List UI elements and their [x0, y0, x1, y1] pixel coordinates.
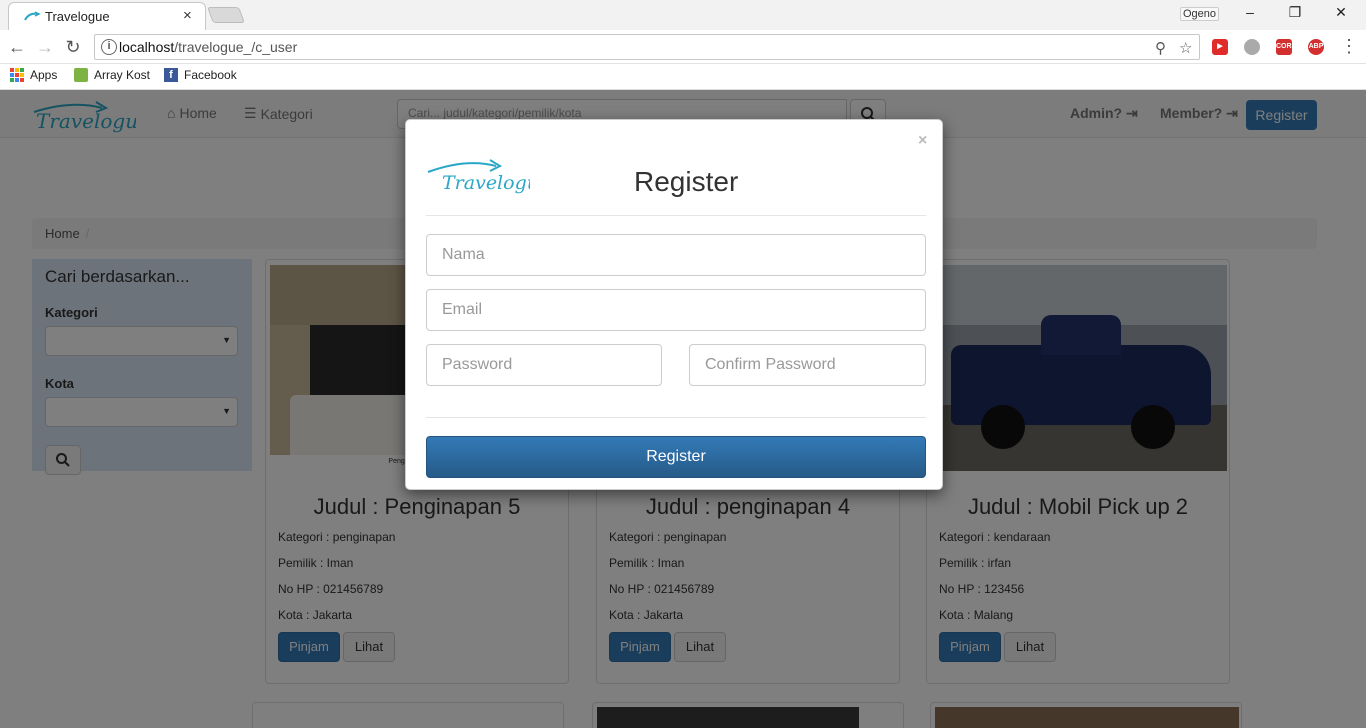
modal-divider [426, 215, 926, 216]
bookmark-star-icon[interactable]: ☆ [1179, 39, 1192, 57]
browser-menu-icon[interactable]: ⋮ [1340, 36, 1358, 57]
apps-grid-icon [10, 68, 24, 82]
reload-icon[interactable]: ↻ [62, 36, 84, 58]
nama-field[interactable]: Nama [426, 234, 926, 276]
browser-tab[interactable]: Travelogue × [8, 2, 206, 30]
profile-chip[interactable]: Ogeno [1180, 7, 1220, 21]
tab-close-icon[interactable]: × [183, 7, 192, 24]
back-arrow-icon[interactable]: ← [6, 36, 28, 58]
bookmark-facebook[interactable]: f Facebook [164, 68, 237, 82]
address-bar: ← → ↻ i localhost/travelogue_/c_user ⚲ ☆… [0, 30, 1366, 64]
adblock-extension-icon[interactable]: ABP [1308, 39, 1324, 55]
new-tab-button[interactable] [207, 7, 245, 23]
restore-icon[interactable]: ❐ [1285, 4, 1305, 21]
bookmarks-bar: Apps Array Kost f Facebook [0, 64, 1366, 90]
modal-title: Register [634, 166, 739, 197]
extension-gray-icon[interactable] [1244, 39, 1260, 55]
register-modal: × Travelogue Register Nama Email Passwor… [405, 119, 943, 490]
url-text: localhost/travelogue_/c_user [119, 39, 298, 55]
confirm-password-field[interactable]: Confirm Password [689, 344, 926, 386]
password-field[interactable]: Password [426, 344, 662, 386]
travelogue-favicon-icon [24, 11, 41, 21]
array-kost-icon [74, 68, 88, 82]
travelogue-logo: Travelogue [427, 159, 530, 194]
modal-close-icon[interactable]: × [918, 132, 927, 150]
minimize-icon[interactable]: – [1240, 4, 1260, 20]
extension-red-icon[interactable]: ▶ [1212, 39, 1228, 55]
forward-arrow-icon[interactable]: → [34, 36, 56, 58]
register-submit-button[interactable]: Register [426, 436, 926, 478]
tab-title: Travelogue [45, 9, 110, 24]
browser-tab-strip: Travelogue × Ogeno – ❐ ✕ [0, 0, 1366, 30]
window-close-icon[interactable]: ✕ [1331, 4, 1351, 21]
site-info-icon[interactable]: i [101, 39, 117, 55]
zoom-icon[interactable]: ⚲ [1155, 39, 1166, 57]
bookmark-apps[interactable]: Apps [10, 68, 57, 82]
bookmark-array-kost[interactable]: Array Kost [74, 68, 150, 82]
svg-text:Travelogue: Travelogue [442, 172, 530, 194]
facebook-icon: f [164, 68, 178, 82]
email-field[interactable]: Email [426, 289, 926, 331]
cors-extension-icon[interactable]: CORS [1276, 39, 1296, 55]
url-input[interactable]: i localhost/travelogue_/c_user ⚲ ☆ [94, 34, 1200, 60]
modal-divider [426, 417, 926, 418]
